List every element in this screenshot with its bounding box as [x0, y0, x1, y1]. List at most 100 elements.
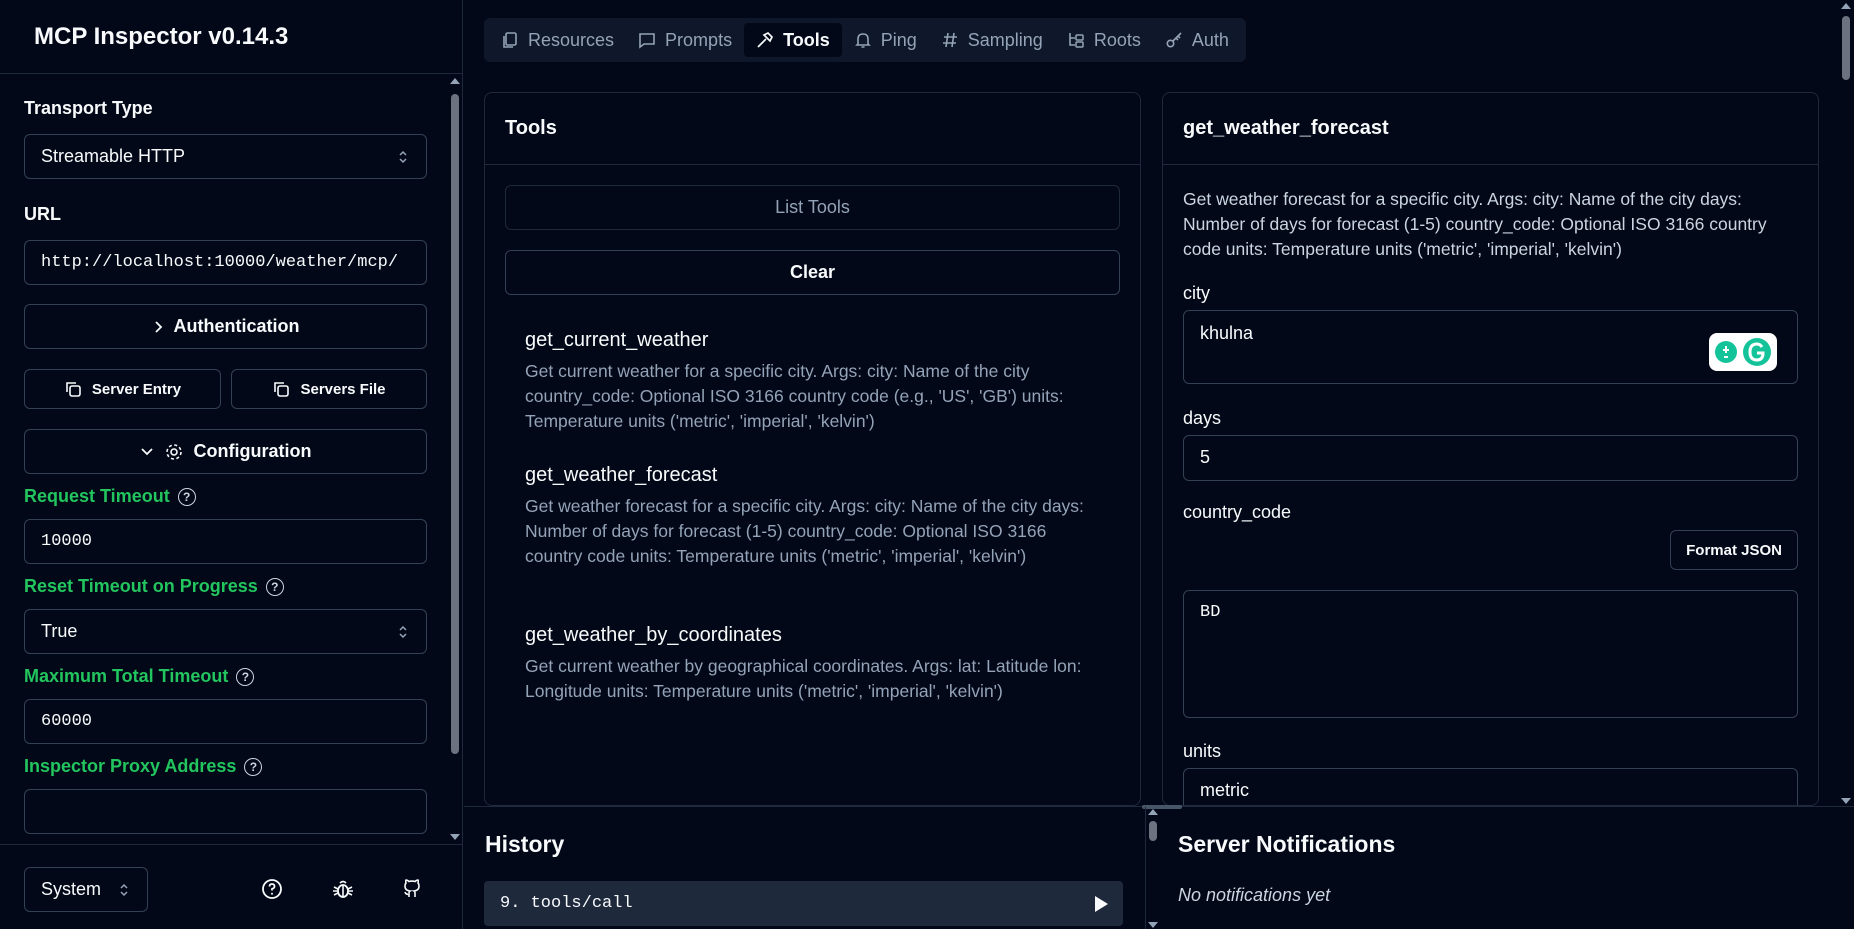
- scroll-down-arrow[interactable]: [450, 834, 460, 840]
- reset-timeout-label: Reset Timeout on Progress ?: [24, 576, 284, 597]
- theme-select[interactable]: System: [24, 867, 148, 912]
- sidebar-scrollbar[interactable]: [448, 76, 462, 842]
- tool-item[interactable]: get_current_weather Get current weather …: [525, 329, 1100, 434]
- tool-detail-description: Get weather forecast for a specific city…: [1183, 189, 1767, 259]
- country-code-textarea[interactable]: BD: [1183, 590, 1798, 718]
- tab-auth[interactable]: Auth: [1153, 23, 1241, 57]
- bell-icon: [854, 33, 871, 48]
- files-icon: [503, 32, 517, 48]
- tool-detail-panel: get_weather_forecast Get weather forecas…: [1162, 92, 1819, 806]
- tool-item[interactable]: get_weather_forecast Get weather forecas…: [525, 464, 1100, 569]
- reset-timeout-text: Reset Timeout on Progress: [24, 576, 258, 596]
- city-label: city: [1183, 283, 1210, 303]
- notifications-empty-text: No notifications yet: [1178, 885, 1331, 905]
- transport-type-value: Streamable HTTP: [41, 146, 186, 166]
- notifications-panel: Server Notifications No notifications ye…: [1161, 807, 1854, 929]
- main-scrollbar[interactable]: [1838, 0, 1854, 806]
- transport-type-select[interactable]: Streamable HTTP: [24, 134, 427, 179]
- theme-value: System: [41, 879, 102, 899]
- bottom-panels: History 9. tools/call Server Notificatio…: [464, 805, 1854, 929]
- tool-description: Get current weather by geographical coor…: [525, 656, 1082, 701]
- grammarly-logo-icon: [1743, 338, 1771, 366]
- tab-label: Prompts: [665, 29, 733, 50]
- chevrons-up-down-icon: [120, 883, 128, 897]
- scroll-down-arrow[interactable]: [1841, 798, 1851, 804]
- clear-button[interactable]: Clear: [505, 250, 1120, 295]
- servers-file-button[interactable]: Servers File: [231, 369, 427, 409]
- gear-icon: [165, 443, 182, 460]
- tab-bar: Resources Prompts Tools Ping Sampling Ro…: [484, 18, 1246, 62]
- github-icon[interactable]: [400, 877, 424, 901]
- format-json-button[interactable]: Format JSON: [1670, 530, 1798, 570]
- key-icon: [1166, 32, 1182, 48]
- reset-timeout-select[interactable]: True: [24, 609, 427, 654]
- servers-file-label: Servers File: [300, 380, 386, 398]
- help-circle-icon[interactable]: [260, 877, 284, 901]
- transport-type-label: Transport Type: [24, 98, 153, 118]
- hash-icon: [942, 32, 957, 48]
- tab-roots[interactable]: Roots: [1055, 23, 1153, 57]
- city-textarea[interactable]: khulna: [1183, 310, 1798, 384]
- message-icon: [639, 33, 655, 49]
- scroll-up-arrow[interactable]: [1148, 809, 1158, 815]
- tab-label: Auth: [1191, 29, 1229, 50]
- history-scrollbar[interactable]: [1146, 807, 1160, 929]
- tab-prompts[interactable]: Prompts: [626, 23, 744, 57]
- city-value: khulna: [1200, 323, 1254, 343]
- help-icon[interactable]: ?: [236, 667, 255, 686]
- tools-panel: Tools List Tools Clear get_current_weath…: [484, 92, 1141, 806]
- grammarly-widget[interactable]: [1709, 333, 1777, 371]
- url-label: URL: [24, 204, 61, 224]
- scroll-down-arrow[interactable]: [1148, 922, 1158, 928]
- history-entry[interactable]: 9. tools/call: [484, 881, 1123, 926]
- proxy-address-input[interactable]: [24, 789, 427, 834]
- chevrons-up-down-icon: [399, 625, 407, 639]
- bug-icon[interactable]: [331, 877, 355, 901]
- tab-label: Sampling: [967, 29, 1043, 50]
- scroll-thumb[interactable]: [1149, 821, 1157, 841]
- help-icon[interactable]: ?: [244, 757, 263, 776]
- chevron-right-icon: [154, 320, 162, 333]
- tool-description: Get current weather for a specific city.…: [525, 361, 1064, 431]
- units-input[interactable]: metric: [1183, 768, 1798, 805]
- history-entry-label: 9. tools/call: [500, 894, 633, 913]
- request-timeout-input[interactable]: 10000: [24, 519, 427, 564]
- tab-ping[interactable]: Ping: [842, 23, 929, 57]
- scroll-up-arrow[interactable]: [1841, 3, 1851, 9]
- authentication-label: Authentication: [173, 316, 300, 336]
- scroll-thumb[interactable]: [451, 94, 459, 754]
- proxy-address-label: Inspector Proxy Address ?: [24, 756, 263, 777]
- tab-tools[interactable]: Tools: [744, 23, 842, 57]
- list-tools-button[interactable]: List Tools: [505, 185, 1120, 230]
- tab-resources[interactable]: Resources: [489, 23, 626, 57]
- tool-name: get_weather_forecast: [525, 464, 718, 486]
- main-area: Resources Prompts Tools Ping Sampling Ro…: [464, 0, 1854, 929]
- app-title: MCP Inspector v0.14.3: [34, 22, 289, 50]
- days-input[interactable]: 5: [1183, 435, 1798, 481]
- tab-label: Ping: [880, 29, 917, 50]
- scroll-thumb[interactable]: [1842, 16, 1850, 80]
- server-entry-label: Server Entry: [91, 380, 182, 398]
- request-timeout-text: Request Timeout: [24, 486, 170, 506]
- authentication-button[interactable]: Authentication: [24, 304, 427, 349]
- days-label: days: [1183, 408, 1222, 428]
- tab-label: Roots: [1093, 29, 1141, 50]
- copy-icon: [274, 382, 290, 397]
- url-input[interactable]: http://localhost:10000/weather/mcp/: [24, 240, 427, 285]
- history-panel: History 9. tools/call: [464, 807, 1146, 929]
- configuration-button[interactable]: Configuration: [24, 429, 427, 474]
- tab-sampling[interactable]: Sampling: [929, 23, 1055, 57]
- play-icon[interactable]: [1093, 895, 1109, 913]
- hammer-icon: [757, 31, 774, 48]
- history-title: History: [485, 831, 565, 857]
- folder-tree-icon: [1069, 33, 1084, 48]
- help-icon[interactable]: ?: [177, 487, 196, 506]
- max-timeout-input[interactable]: 60000: [24, 699, 427, 744]
- notifications-title: Server Notifications: [1178, 831, 1396, 857]
- tool-item[interactable]: get_weather_by_coordinates Get current w…: [525, 624, 1100, 704]
- server-entry-button[interactable]: Server Entry: [24, 369, 221, 409]
- scroll-up-arrow[interactable]: [450, 78, 460, 84]
- tool-name: get_weather_by_coordinates: [525, 624, 782, 646]
- sidebar-footer: System: [0, 844, 463, 929]
- help-icon[interactable]: ?: [265, 577, 284, 596]
